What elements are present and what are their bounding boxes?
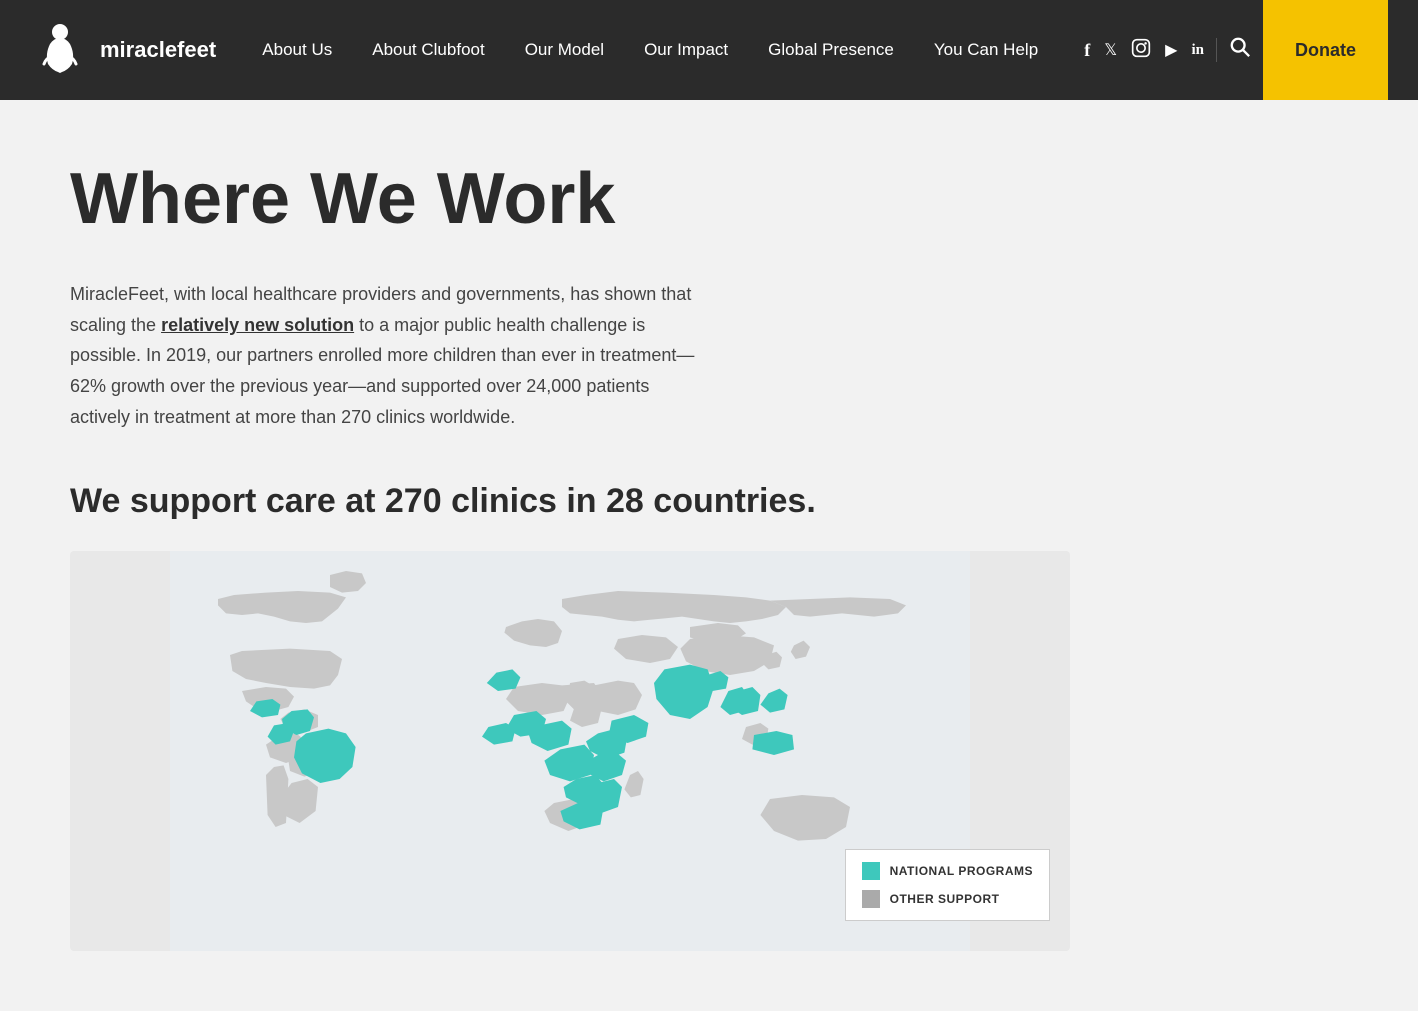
main-content: Where We Work MiracleFeet, with local he… [0, 100, 1418, 1011]
legend-other-support: OTHER SUPPORT [862, 890, 1033, 908]
national-programs-color [862, 862, 880, 880]
facebook-icon[interactable]: f [1084, 40, 1090, 61]
nav-our-model[interactable]: Our Model [505, 30, 624, 70]
instagram-icon[interactable] [1131, 38, 1151, 63]
nav-you-can-help[interactable]: You Can Help [914, 30, 1058, 70]
nav-about-clubfoot[interactable]: About Clubfoot [352, 30, 504, 70]
nav-divider [1216, 38, 1217, 62]
legend-national-programs: NATIONAL PROGRAMS [862, 862, 1033, 880]
youtube-icon[interactable]: ▶ [1165, 40, 1177, 60]
nav-our-impact[interactable]: Our Impact [624, 30, 748, 70]
other-support-color [862, 890, 880, 908]
twitter-icon[interactable]: 𝕏 [1104, 40, 1117, 60]
social-icons: f 𝕏 ▶ in [1084, 38, 1204, 63]
navbar: miraclefeet About Us About Clubfoot Our … [0, 0, 1418, 100]
national-programs-label: NATIONAL PROGRAMS [890, 864, 1033, 878]
nav-global-presence[interactable]: Global Presence [748, 30, 914, 70]
other-support-label: OTHER SUPPORT [890, 892, 1000, 906]
page-title: Where We Work [70, 160, 1348, 239]
map-container: NATIONAL PROGRAMS OTHER SUPPORT [70, 551, 1070, 951]
search-button[interactable] [1229, 36, 1251, 64]
logo-icon [30, 20, 90, 80]
map-legend: NATIONAL PROGRAMS OTHER SUPPORT [845, 849, 1050, 921]
description-text: MiracleFeet, with local healthcare provi… [70, 279, 700, 432]
nav-links: About Us About Clubfoot Our Model Our Im… [242, 30, 1058, 70]
subtitle: We support care at 270 clinics in 28 cou… [70, 482, 1070, 521]
relatively-new-solution-link[interactable]: relatively new solution [161, 315, 354, 335]
logo-text: miraclefeet [100, 37, 216, 63]
donate-button[interactable]: Donate [1263, 0, 1388, 100]
logo-link[interactable]: miraclefeet [30, 20, 216, 80]
linkedin-icon[interactable]: in [1191, 42, 1204, 59]
nav-about-us[interactable]: About Us [242, 30, 352, 70]
nav-right: f 𝕏 ▶ in Donate [1084, 0, 1388, 100]
